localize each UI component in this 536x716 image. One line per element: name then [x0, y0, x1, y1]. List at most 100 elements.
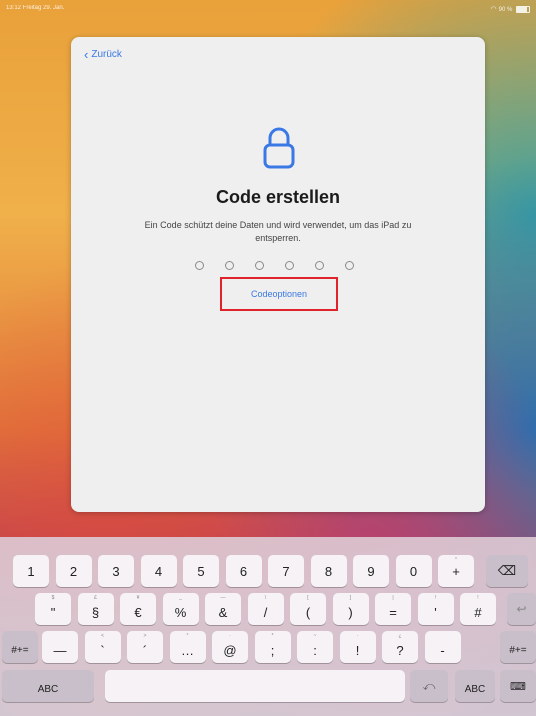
- key-symbol[interactable]: ! ': [417, 593, 454, 625]
- key-label: 9: [367, 563, 375, 579]
- undo-key[interactable]: ⤺: [410, 670, 448, 702]
- wifi-icon: ◠: [490, 6, 497, 13]
- key-label: ): [348, 604, 353, 620]
- key-label: ?: [396, 642, 404, 658]
- key-symbol[interactable]: \ /: [247, 593, 284, 625]
- delete-key[interactable]: ⌫: [486, 555, 528, 587]
- key-hint: *: [271, 633, 274, 639]
- key-label: !: [355, 642, 360, 658]
- passcode-dots: [195, 261, 354, 270]
- key-hint: ~: [313, 633, 317, 639]
- key-symbol[interactable]: < `: [84, 631, 121, 663]
- key-label: 0: [409, 563, 418, 579]
- key-symbol[interactable]: ¥ €: [120, 593, 156, 625]
- key-symbol[interactable]: $ ": [35, 593, 71, 625]
- key-label: ': [434, 604, 437, 620]
- key-hint: ·: [229, 633, 231, 639]
- key-label: (: [305, 604, 311, 620]
- key-label: `: [100, 642, 105, 658]
- key-symbol[interactable]: °…: [169, 631, 206, 663]
- page-title: Code erstellen: [215, 187, 341, 207]
- key-hint: ¿: [398, 633, 402, 639]
- key-hint: _: [179, 595, 182, 601]
- key-10[interactable]: ° +: [438, 555, 474, 587]
- return-key[interactable]: ↩: [507, 593, 536, 625]
- key-3[interactable]: 4: [140, 555, 177, 587]
- key-symbol[interactable]: [(: [290, 593, 326, 625]
- passcode-dot: [285, 261, 294, 270]
- key-label: 5: [197, 563, 205, 579]
- key-hint: ·: [356, 633, 359, 639]
- shift-symbols-key-right[interactable]: #+=: [500, 631, 536, 663]
- key-label: 3: [112, 563, 120, 579]
- key-hint: ¥: [136, 595, 140, 601]
- key-5[interactable]: 6: [225, 555, 262, 587]
- key-label: ´: [142, 642, 148, 658]
- key-label: 6: [239, 563, 248, 579]
- keyboard-hide-key[interactable]: ⌨: [500, 670, 536, 702]
- key-hint: \: [264, 595, 267, 601]
- key-hint: !: [434, 595, 437, 601]
- abc-key-right[interactable]: ABC: [455, 670, 495, 702]
- chevron-left-icon: ‹: [84, 46, 89, 62]
- key-4[interactable]: 5: [183, 555, 219, 587]
- key-0[interactable]: 1: [13, 555, 49, 587]
- status-bar: 13:12 Freitag 29. Jan. ◠ 90 %: [0, 3, 536, 15]
- status-right: ◠ 90 %: [491, 5, 530, 13]
- back-label: Zurück: [91, 49, 122, 60]
- key-label: =: [389, 604, 397, 620]
- key-label: 2: [69, 563, 78, 579]
- key-symbol[interactable]: · @: [212, 631, 248, 663]
- key-symbol[interactable]: > ´: [127, 631, 163, 663]
- key-hint: £: [94, 595, 97, 601]
- key-label: ": [50, 604, 56, 620]
- key-symbol[interactable]: | =: [375, 593, 411, 625]
- key-1[interactable]: 2: [55, 555, 92, 587]
- key-label: #+=: [11, 644, 29, 656]
- shift-symbols-key[interactable]: #+=: [2, 631, 38, 663]
- battery-level: 90 %: [498, 7, 513, 13]
- abc-key-left[interactable]: ABC: [2, 670, 94, 702]
- passcode-dot: [225, 261, 234, 270]
- key-7[interactable]: 8: [310, 555, 347, 587]
- key-hint: <: [101, 633, 104, 639]
- back-button[interactable]: ‹ Zurück: [84, 46, 122, 62]
- key-label: €: [134, 604, 142, 620]
- undo-icon: ⤺: [422, 678, 436, 693]
- key-hint: $: [51, 595, 55, 601]
- key-label: +: [452, 563, 460, 579]
- key-label: 1: [27, 563, 35, 579]
- key-hint: [: [307, 595, 309, 601]
- space-bar[interactable]: [105, 670, 405, 702]
- keyboard: 1 2 3 4 5 6 7 8 9 0 ° + ⌫ $ " £ § ¥ € _% — & \ /[(]) | =! '! # ↩ #+= —…: [0, 537, 536, 716]
- keyboard-hide-icon: ⌨: [510, 680, 526, 693]
- key-symbol[interactable]: ·!: [339, 631, 376, 663]
- passcode-dot: [195, 261, 204, 270]
- key-8[interactable]: 9: [353, 555, 389, 587]
- key-symbol[interactable]: —: [42, 631, 78, 663]
- key-symbol[interactable]: -: [424, 631, 461, 663]
- key-9[interactable]: 0: [395, 555, 432, 587]
- key-label: ;: [270, 642, 275, 658]
- passcode-dot: [255, 261, 264, 270]
- key-symbol[interactable]: ¿?: [382, 631, 418, 663]
- key-2[interactable]: 3: [98, 555, 134, 587]
- key-symbol[interactable]: — &: [205, 593, 241, 625]
- key-symbol[interactable]: ]): [332, 593, 369, 625]
- key-symbol[interactable]: ~:: [297, 631, 333, 663]
- battery-icon: [516, 5, 530, 13]
- key-symbol[interactable]: £ §: [77, 593, 114, 625]
- key-6[interactable]: 7: [268, 555, 304, 587]
- key-label: &: [218, 604, 228, 620]
- code-options-button[interactable]: Codeoptionen: [220, 277, 338, 311]
- key-hint: >: [143, 633, 147, 639]
- code-options-label: Codeoptionen: [250, 289, 308, 299]
- key-symbol[interactable]: _%: [162, 593, 199, 625]
- key-symbol[interactable]: ! #: [460, 593, 496, 625]
- passcode-sheet: ‹ Zurück Code erstellen Ein Code schützt…: [71, 37, 485, 512]
- key-hint: —: [220, 595, 226, 601]
- key-label: #: [474, 604, 482, 620]
- passcode-dot: [345, 261, 354, 270]
- key-hint: |: [392, 595, 394, 601]
- key-symbol[interactable]: *;: [254, 631, 291, 663]
